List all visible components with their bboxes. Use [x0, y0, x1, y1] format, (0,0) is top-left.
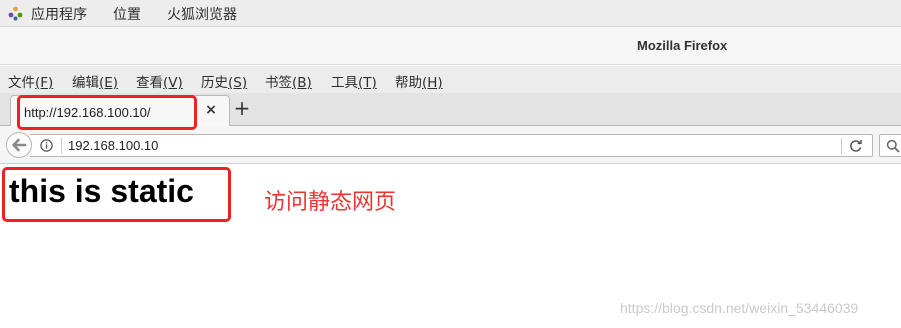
- heading-highlight-box: [2, 167, 231, 222]
- firefox-app-menu[interactable]: 火狐浏览器: [167, 4, 237, 24]
- url-input[interactable]: 192.168.100.10: [68, 138, 158, 153]
- places-menu[interactable]: 位置: [113, 4, 141, 24]
- info-icon[interactable]: [40, 139, 53, 152]
- watermark: https://blog.csdn.net/weixin_53446039: [620, 300, 859, 316]
- menu-edit[interactable]: 编辑(E): [72, 71, 118, 91]
- navigation-bar: 192.168.100.10: [0, 126, 901, 164]
- search-box[interactable]: [879, 134, 901, 157]
- reload-separator: [841, 138, 842, 154]
- menu-view[interactable]: 查看(V): [136, 71, 183, 91]
- menu-history[interactable]: 历史(S): [201, 71, 247, 91]
- menu-bar: 文件(F) 编辑(E) 查看(V) 历史(S) 书签(B) 工具(T) 帮助(H…: [0, 66, 901, 93]
- url-separator: [61, 138, 62, 154]
- window-titlebar[interactable]: Mozilla Firefox: [0, 27, 901, 65]
- url-bar[interactable]: 192.168.100.10: [30, 134, 873, 157]
- new-tab-button[interactable]: +: [233, 98, 251, 118]
- back-arrow-icon: [12, 138, 27, 152]
- search-icon: [886, 139, 900, 153]
- window-title: Mozilla Firefox: [637, 38, 728, 53]
- gnome-top-bar: 应用程序 位置 火狐浏览器: [0, 0, 901, 27]
- annotation-text: 访问静态网页: [264, 190, 397, 215]
- tab-close-icon[interactable]: ×: [204, 102, 218, 118]
- menu-bookmarks[interactable]: 书签(B): [265, 71, 312, 91]
- reload-icon[interactable]: [849, 139, 863, 153]
- tab-highlight-box: [17, 95, 197, 130]
- menu-tools[interactable]: 工具(T): [331, 71, 377, 91]
- back-button[interactable]: [6, 132, 32, 158]
- apps-icon[interactable]: [8, 6, 23, 21]
- menu-file[interactable]: 文件(F): [8, 71, 53, 91]
- applications-menu[interactable]: 应用程序: [31, 4, 87, 24]
- menu-help[interactable]: 帮助(H): [395, 71, 443, 91]
